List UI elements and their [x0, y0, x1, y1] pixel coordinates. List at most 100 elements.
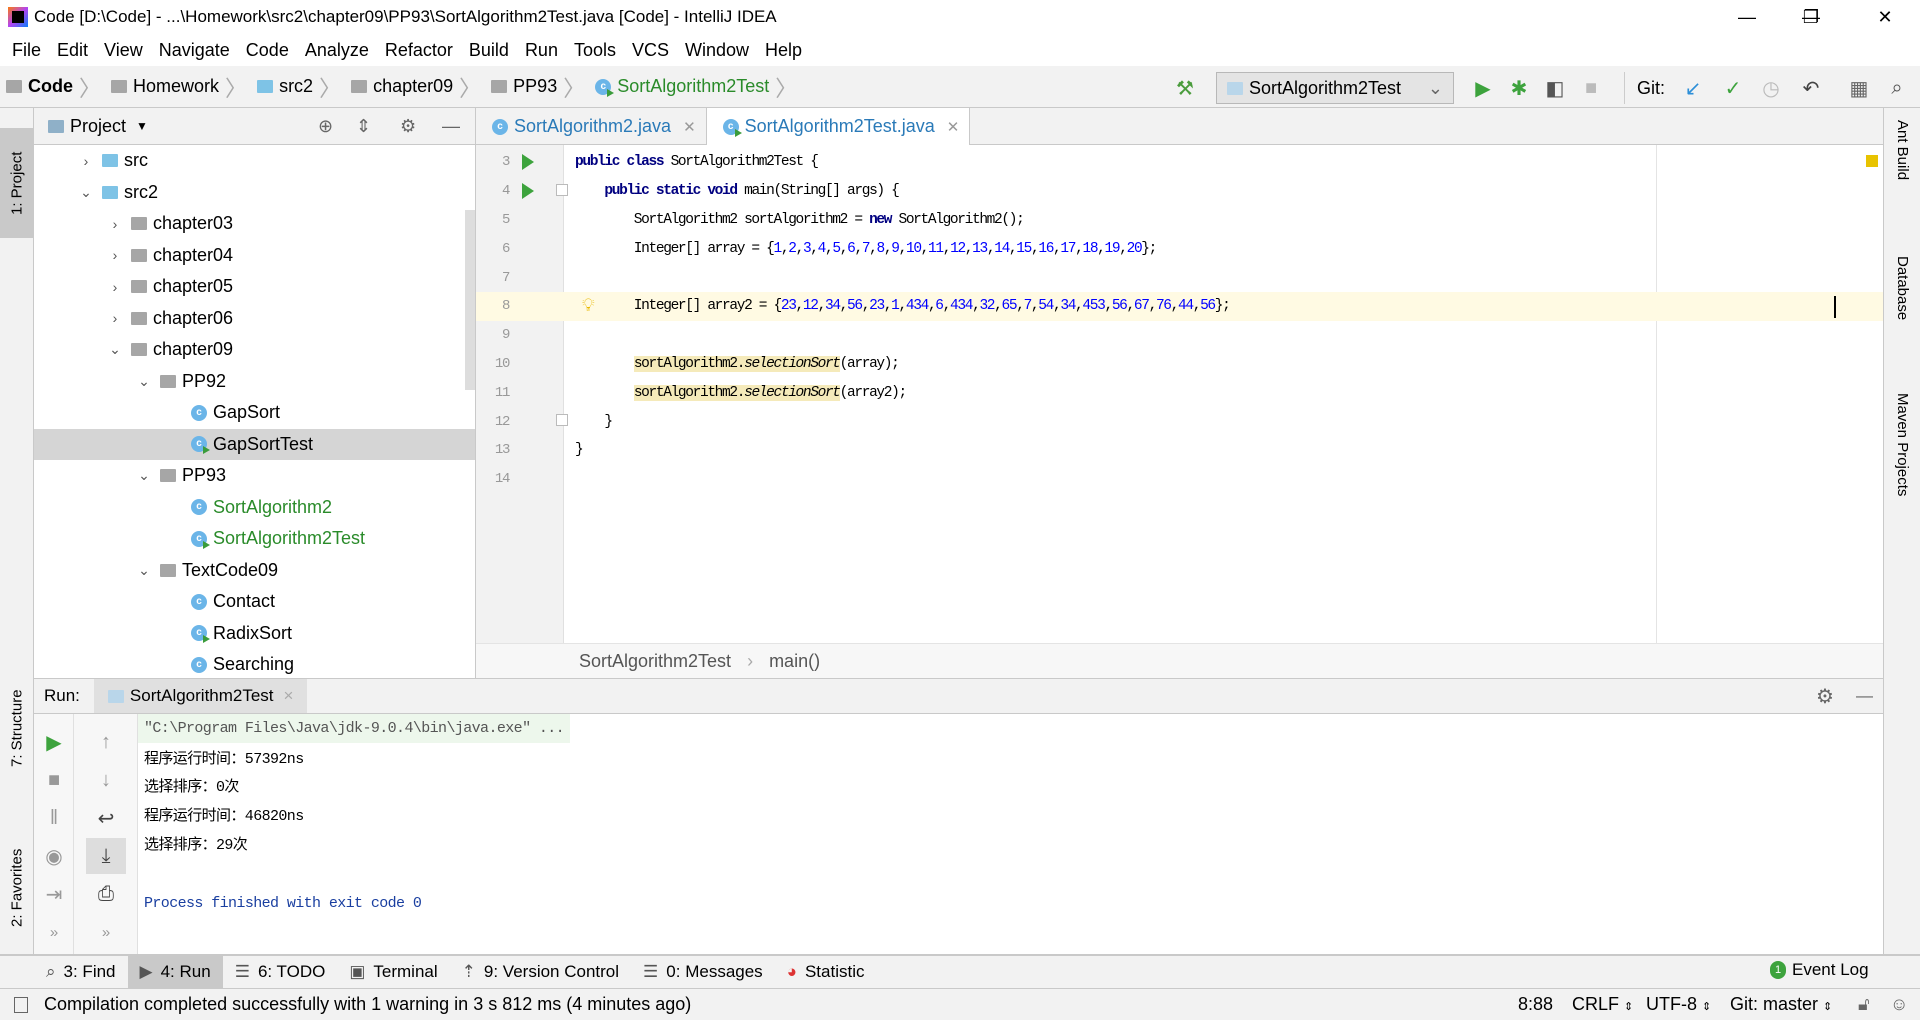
- editor-tab[interactable]: c SortAlgorithm2Test.java ✕: [706, 108, 971, 145]
- close-icon[interactable]: ✕: [947, 118, 960, 136]
- code-line[interactable]: 3 public class SortAlgorithm2Test {: [476, 148, 1883, 177]
- code-line[interactable]: 7: [476, 263, 1883, 292]
- tree-item[interactable]: c RadixSort: [34, 618, 475, 650]
- git-branch-select[interactable]: Git: master ⇕: [1730, 994, 1832, 1015]
- breadcrumb-item[interactable]: chapter09 〉: [345, 66, 485, 108]
- menu-tools[interactable]: Tools: [566, 40, 624, 61]
- revert-icon[interactable]: ↶: [1796, 72, 1826, 104]
- tree-item[interactable]: c Searching: [34, 649, 475, 678]
- run-icon[interactable]: ▶: [1468, 72, 1498, 104]
- editor-tab[interactable]: c SortAlgorithm2.java ✕: [476, 108, 707, 145]
- tool-tab[interactable]: ◕ Statistic: [775, 956, 877, 989]
- code-editor[interactable]: 3 public class SortAlgorithm2Test {4 publ…: [476, 145, 1883, 643]
- code-line[interactable]: 13}: [476, 436, 1883, 465]
- tree-item[interactable]: ⌄ TextCode09: [34, 555, 475, 587]
- close-icon[interactable]: ×: [284, 686, 294, 706]
- chevron-right-icon[interactable]: ›: [103, 310, 127, 326]
- run-configuration-select[interactable]: SortAlgorithm2Test ⌄: [1216, 72, 1454, 104]
- build-hammer-icon[interactable]: ⚒: [1170, 72, 1200, 104]
- breadcrumb-item[interactable]: src2 〉: [251, 66, 345, 108]
- toggle-tool-buttons-icon[interactable]: [14, 996, 28, 1013]
- collapse-all-icon[interactable]: ⇕: [356, 116, 371, 137]
- camera-dump-icon[interactable]: ◉: [34, 838, 74, 874]
- code-line[interactable]: 10 sortAlgorithm2.selectionSort(array);: [476, 350, 1883, 379]
- more-chevron-icon[interactable]: »: [34, 914, 74, 950]
- chevron-down-icon[interactable]: ⌄: [132, 562, 156, 579]
- gear-icon[interactable]: ⚙: [1816, 684, 1834, 709]
- search-everywhere-icon[interactable]: ⌕: [1882, 72, 1912, 104]
- run-tab[interactable]: SortAlgorithm2Test ×: [93, 679, 308, 713]
- project-structure-icon[interactable]: ▦: [1844, 72, 1874, 104]
- code-line[interactable]: 8 💡︎ Integer[] array2 = {23,12,34,56,23,1…: [476, 292, 1883, 321]
- breadcrumb-class[interactable]: SortAlgorithm2Test: [579, 651, 731, 672]
- run-gutter-icon[interactable]: [522, 183, 534, 200]
- minimize-button[interactable]: —: [1718, 0, 1776, 34]
- code-line[interactable]: 6 Integer[] array = {1,2,3,4,5,6,7,8,9,1…: [476, 234, 1883, 263]
- scroll-to-end-icon[interactable]: ⤓: [86, 838, 126, 874]
- close-icon[interactable]: ✕: [683, 118, 696, 136]
- code-line[interactable]: 12 }: [476, 407, 1883, 436]
- up-arrow-icon[interactable]: ↑: [86, 724, 126, 760]
- print-icon[interactable]: ⎙: [86, 876, 126, 912]
- lock-icon[interactable]: 🔓︎: [1858, 994, 1870, 1015]
- soft-wrap-icon[interactable]: ↩: [86, 800, 126, 836]
- menu-run[interactable]: Run: [517, 40, 566, 61]
- menu-analyze[interactable]: Analyze: [297, 40, 377, 61]
- inspector-face-icon[interactable]: ☺: [1890, 994, 1908, 1015]
- project-view-select[interactable]: Project: [70, 116, 126, 137]
- tool-tab-database[interactable]: Database: [1884, 256, 1920, 366]
- close-button[interactable]: ✕: [1856, 0, 1914, 34]
- hide-panel-icon[interactable]: —: [442, 116, 460, 137]
- chevron-down-icon[interactable]: ⌄: [132, 373, 156, 390]
- breadcrumb-item[interactable]: c SortAlgorithm2Test 〉: [589, 66, 801, 108]
- tree-item[interactable]: ⌄ chapter09: [34, 334, 475, 366]
- tree-scrollbar[interactable]: [465, 210, 475, 390]
- status-message[interactable]: Compilation completed successfully with …: [44, 994, 691, 1015]
- git-commit-check-icon[interactable]: ✓: [1718, 72, 1748, 104]
- tree-item[interactable]: ⌄ PP93: [34, 460, 475, 492]
- breadcrumb-item[interactable]: PP93 〉: [485, 66, 589, 108]
- inspection-status-icon[interactable]: [1866, 155, 1878, 167]
- tool-tab-project[interactable]: 1: Project: [0, 128, 34, 238]
- tool-tab-maven-projects[interactable]: Maven Projects: [1884, 393, 1920, 553]
- tool-tab[interactable]: ⌕ 3: Find: [34, 956, 128, 989]
- menu-window[interactable]: Window: [677, 40, 757, 61]
- tree-item[interactable]: › chapter03: [34, 208, 475, 240]
- restore-button[interactable]: ❐: [1782, 0, 1840, 34]
- chevron-right-icon[interactable]: ›: [103, 279, 127, 295]
- tree-item[interactable]: › chapter05: [34, 271, 475, 303]
- menu-edit[interactable]: Edit: [49, 40, 96, 61]
- menu-view[interactable]: View: [96, 40, 151, 61]
- menu-code[interactable]: Code: [238, 40, 297, 61]
- chevron-down-icon[interactable]: ⌄: [132, 467, 156, 484]
- tree-item[interactable]: › chapter06: [34, 303, 475, 335]
- fold-marker-icon[interactable]: [556, 414, 568, 427]
- tree-item[interactable]: c Contact: [34, 586, 475, 618]
- breadcrumb-item[interactable]: Homework 〉: [105, 66, 251, 108]
- coverage-icon[interactable]: ◧: [1540, 72, 1570, 104]
- chevron-right-icon[interactable]: ›: [74, 153, 98, 169]
- menu-refactor[interactable]: Refactor: [377, 40, 461, 61]
- tool-tab[interactable]: ▶ 4: Run: [127, 955, 223, 989]
- code-line[interactable]: 5 SortAlgorithm2 sortAlgorithm2 = new So…: [476, 206, 1883, 235]
- stop-icon[interactable]: ■: [1576, 72, 1606, 104]
- exit-login-icon[interactable]: ⇥: [34, 876, 74, 912]
- more-chevron-icon[interactable]: »: [86, 914, 126, 950]
- rerun-icon[interactable]: ▶: [34, 724, 74, 760]
- run-gutter-icon[interactable]: [522, 154, 534, 171]
- menu-help[interactable]: Help: [757, 40, 810, 61]
- stop-icon[interactable]: ■: [34, 762, 74, 798]
- chevron-down-icon[interactable]: ⌄: [74, 184, 98, 201]
- tree-item[interactable]: › chapter04: [34, 240, 475, 272]
- tree-item[interactable]: c GapSortTest: [34, 428, 475, 460]
- tool-tab-structure[interactable]: 7: Structure: [0, 663, 34, 793]
- fold-marker-icon[interactable]: [556, 183, 568, 196]
- gear-icon[interactable]: ⚙: [400, 116, 416, 137]
- menu-file[interactable]: File: [4, 40, 49, 61]
- tree-item[interactable]: ⌄ src2: [34, 177, 475, 209]
- tool-tab-favorites[interactable]: 2: Favorites: [0, 818, 34, 958]
- menu-navigate[interactable]: Navigate: [151, 40, 238, 61]
- breadcrumb-item[interactable]: Code 〉: [0, 66, 105, 108]
- tree-item[interactable]: c GapSort: [34, 397, 475, 429]
- code-line[interactable]: 11 sortAlgorithm2.selectionSort(array2);: [476, 378, 1883, 407]
